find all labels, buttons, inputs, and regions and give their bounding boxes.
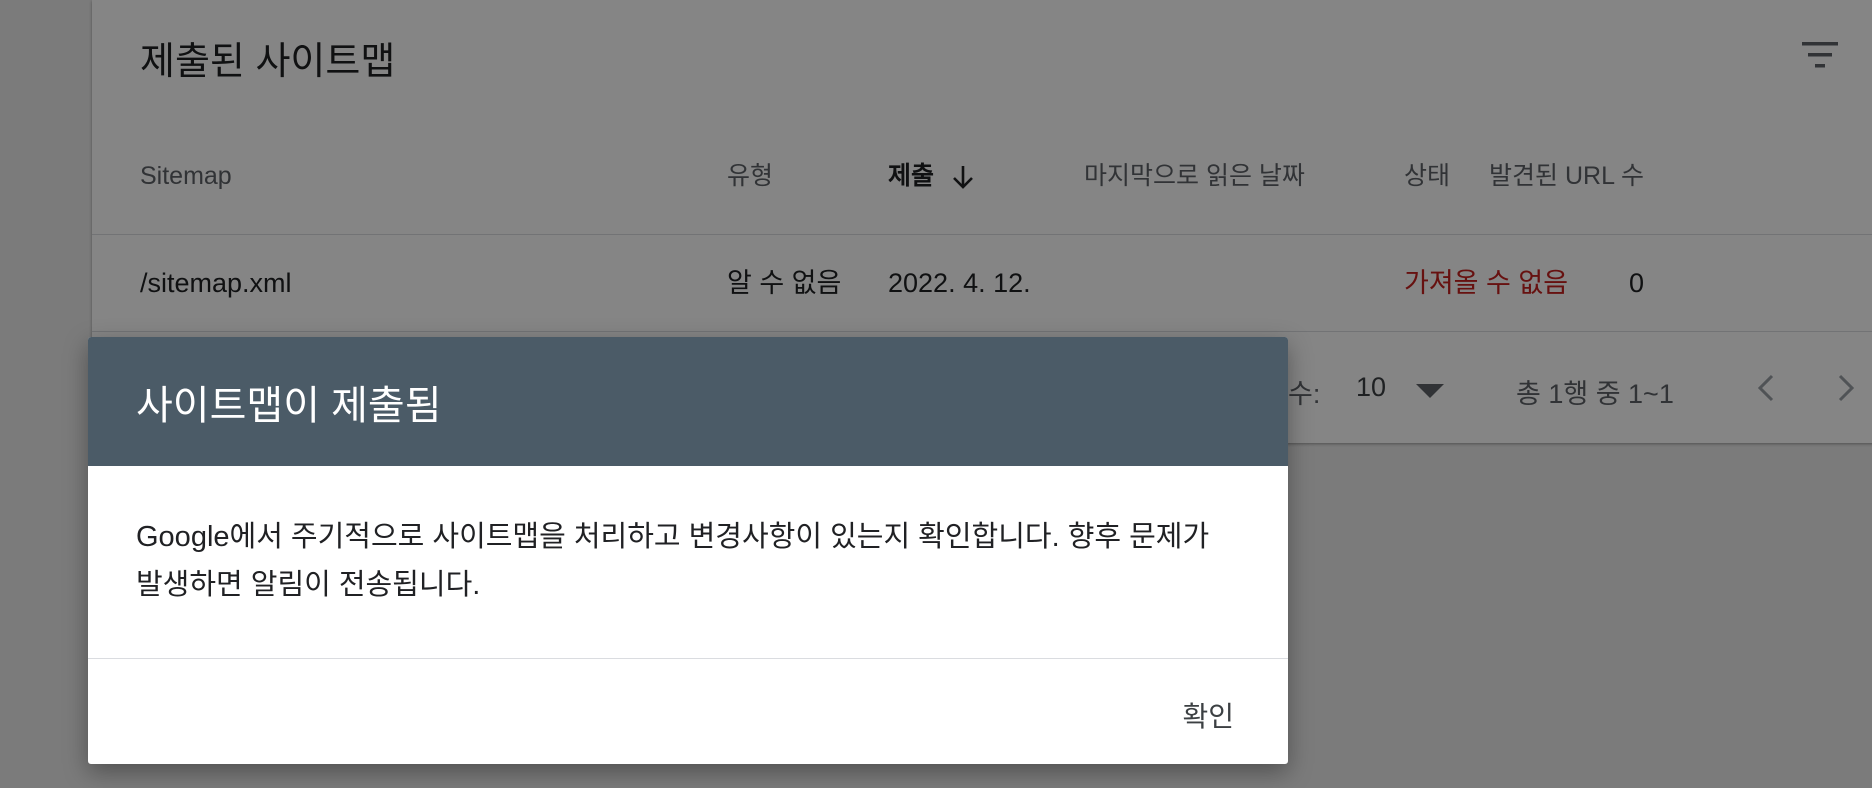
sitemap-submitted-dialog: 사이트맵이 제출됨 Google에서 주기적으로 사이트맵을 처리하고 변경사항…: [88, 337, 1288, 764]
confirm-button[interactable]: 확인: [1168, 689, 1248, 741]
dialog-title: 사이트맵이 제출됨: [136, 384, 442, 428]
dialog-divider: [88, 658, 1288, 659]
dialog-message: Google에서 주기적으로 사이트맵을 처리하고 변경사항이 있는지 확인합니…: [136, 521, 1210, 601]
dialog-header: 사이트맵이 제출됨: [88, 337, 1288, 466]
